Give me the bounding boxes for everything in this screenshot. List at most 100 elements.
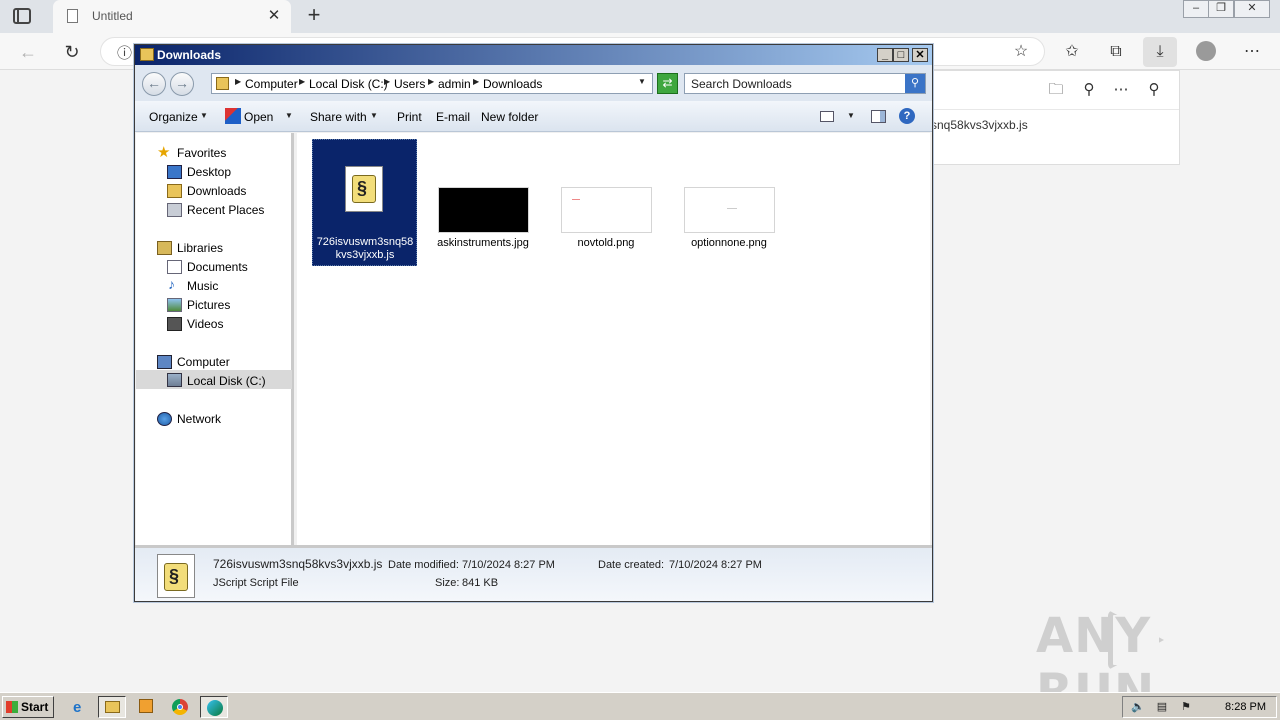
nav-network[interactable]: Network [177, 412, 221, 426]
open-button[interactable]: Open [244, 110, 273, 124]
file-name: kvs3vjxxb.js [335, 249, 395, 261]
nav-pictures[interactable]: Pictures [187, 298, 230, 312]
documents-icon [167, 260, 182, 274]
browser-restore-button[interactable]: ❐ [1208, 0, 1234, 18]
breadcrumb-computer[interactable]: Computer [245, 77, 298, 91]
browser-tab-strip: Untitled ✕ + – ❐ ✕ [0, 0, 1280, 33]
chrome-icon[interactable] [166, 696, 194, 718]
nav-videos[interactable]: Videos [187, 317, 223, 331]
navigation-pane: ★ Favorites Desktop Downloads Recent Pla… [136, 133, 294, 545]
script-file-icon: § [157, 554, 195, 598]
refresh-icon[interactable]: ↻ [60, 40, 84, 64]
windows-logo-icon [6, 701, 18, 713]
close-button[interactable]: ✕ [912, 48, 928, 62]
details-file-type: JScript Script File [213, 577, 299, 589]
nav-favorites[interactable]: Favorites [177, 146, 226, 160]
chevron-right-icon[interactable]: ▶ [384, 77, 390, 86]
folder-icon[interactable]: 🗀 [1044, 78, 1068, 102]
organize-button[interactable]: Organize [149, 110, 198, 124]
open-icon [225, 108, 241, 124]
more-icon[interactable]: ⋯ [1109, 78, 1133, 102]
pin-icon[interactable]: ⚲ [1142, 78, 1166, 102]
file-item-selected[interactable]: § 726isvuswm3snq58 kvs3vjxxb.js [312, 139, 417, 266]
search-icon[interactable]: ⚲ [1077, 78, 1101, 102]
action-center-flag-icon[interactable]: ⚑ [1179, 700, 1193, 714]
print-button[interactable]: Print [397, 110, 422, 124]
breadcrumb-admin[interactable]: admin [438, 77, 471, 91]
chevron-right-icon[interactable]: ▶ [473, 77, 479, 86]
breadcrumb-downloads[interactable]: Downloads [483, 77, 542, 91]
volume-icon[interactable]: 🔈 [1131, 700, 1145, 714]
info-icon[interactable]: ⓘ [117, 42, 132, 63]
maximize-button[interactable]: □ [893, 48, 909, 62]
tab-close-button[interactable]: ✕ [263, 5, 285, 27]
chevron-down-icon[interactable]: ▼ [200, 111, 208, 120]
view-icon[interactable] [820, 111, 834, 122]
clock[interactable]: 8:28 PM [1225, 701, 1266, 713]
command-bar: Organize ▼ Open ▼ Share with ▼ Print E-m… [135, 101, 932, 132]
nav-downloads[interactable]: Downloads [187, 184, 246, 198]
edge-taskbar-button[interactable] [200, 696, 228, 718]
browser-close-button[interactable]: ✕ [1234, 0, 1270, 18]
favorite-add-icon[interactable]: ☆ [1009, 40, 1033, 64]
chevron-right-icon[interactable]: ▶ [235, 77, 241, 86]
file-name: novtold.png [577, 237, 635, 249]
collections-icon[interactable]: ⧉ [1104, 40, 1128, 64]
chevron-right-icon[interactable]: ▶ [428, 77, 434, 86]
browser-tab[interactable]: Untitled ✕ [53, 0, 291, 33]
nav-documents[interactable]: Documents [187, 260, 248, 274]
search-field[interactable]: Search Downloads ⚲ [684, 73, 926, 94]
start-button[interactable]: Start [2, 696, 54, 718]
breadcrumb-local-disk[interactable]: Local Disk (C:) [309, 77, 388, 91]
refresh-button[interactable]: ⇄ [657, 73, 678, 94]
search-icon[interactable]: ⚲ [905, 74, 925, 93]
sidebar-icon[interactable] [13, 8, 31, 24]
chevron-right-icon[interactable]: ▶ [299, 77, 305, 86]
music-icon: ♪ [168, 276, 175, 292]
nav-desktop[interactable]: Desktop [187, 165, 231, 179]
download-filename[interactable]: snq58kvs3vjxxb.js [931, 118, 1028, 132]
details-pane: § 726isvuswm3snq58kvs3vjxxb.js Date modi… [135, 545, 932, 601]
nav-computer[interactable]: Computer [177, 355, 230, 369]
network-status-icon[interactable]: ▤ [1155, 700, 1169, 714]
new-folder-button[interactable]: New folder [481, 110, 538, 124]
details-created-label: Date created: [598, 559, 665, 571]
share-with-button[interactable]: Share with [310, 110, 367, 124]
search-placeholder: Search Downloads [691, 77, 792, 91]
breadcrumb-users[interactable]: Users [394, 77, 425, 91]
libraries-icon [157, 241, 172, 255]
details-modified-value: 7/10/2024 8:27 PM [462, 559, 555, 571]
explorer-title-bar[interactable]: Downloads _ □ ✕ [135, 45, 932, 65]
explorer-taskbar-button[interactable] [98, 696, 126, 718]
chevron-down-icon[interactable]: ▼ [638, 77, 646, 86]
nav-local-disk[interactable]: Local Disk (C:) [187, 374, 266, 388]
browser-minimize-button[interactable]: – [1183, 0, 1209, 18]
email-button[interactable]: E-mail [436, 110, 470, 124]
script-file-icon: § [345, 166, 383, 212]
forward-button[interactable]: → [170, 72, 194, 96]
profile-icon[interactable] [1196, 41, 1216, 61]
back-icon[interactable]: ← [16, 40, 40, 64]
computer-icon [157, 355, 172, 369]
address-bar[interactable]: ▶ Computer ▶ Local Disk (C:) ▶ Users ▶ a… [211, 73, 653, 94]
preview-pane-icon[interactable] [871, 110, 886, 123]
nav-libraries[interactable]: Libraries [177, 241, 223, 255]
address-row: ← → ▶ Computer ▶ Local Disk (C:) ▶ Users… [135, 65, 932, 101]
media-player-icon[interactable] [132, 696, 160, 718]
chevron-down-icon[interactable]: ▼ [285, 111, 293, 120]
minimize-button[interactable]: _ [877, 48, 893, 62]
nav-recent-places[interactable]: Recent Places [187, 203, 264, 217]
new-tab-button[interactable]: + [302, 3, 326, 29]
help-icon[interactable]: ? [899, 108, 915, 124]
folder-icon [216, 77, 229, 90]
chevron-down-icon[interactable]: ▼ [847, 111, 855, 120]
internet-explorer-icon[interactable]: e [66, 696, 94, 718]
back-button[interactable]: ← [142, 72, 166, 96]
nav-music[interactable]: Music [187, 279, 218, 293]
download-icon[interactable]: ⤓ [1143, 37, 1177, 67]
chevron-down-icon[interactable]: ▼ [370, 111, 378, 120]
star-icon: ★ [157, 144, 171, 161]
desktop-icon [167, 165, 182, 179]
favorites-icon[interactable]: ✩ [1060, 40, 1084, 64]
more-icon[interactable]: ⋯ [1240, 40, 1264, 64]
